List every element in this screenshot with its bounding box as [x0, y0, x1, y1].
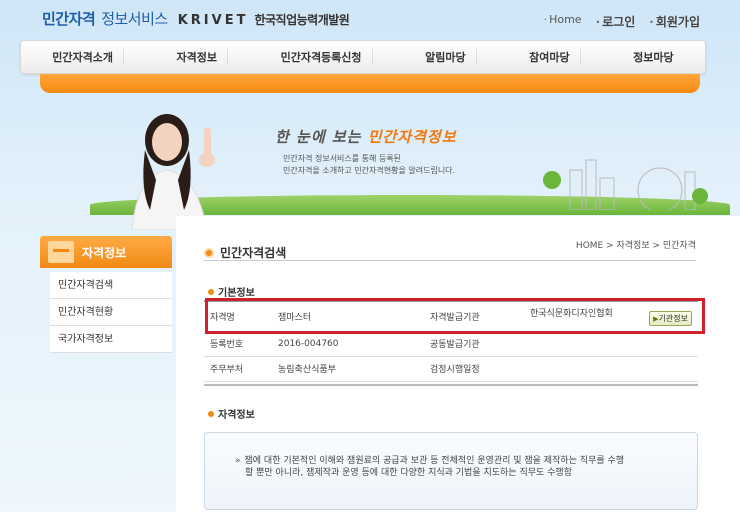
- page-title: 민간자격검색: [204, 244, 286, 261]
- site-header: 민간자격 정보서비스 KRIVET 한국직업능력개발원 · Home · 로그인 ·…: [0, 0, 740, 40]
- logo-sub-text: 정보서비스: [101, 10, 168, 28]
- banner-title-prefix: 한 눈에 보는: [275, 128, 362, 146]
- section-bullet-icon: [208, 410, 214, 417]
- basic-info-heading: 기본정보: [208, 284, 255, 299]
- home-link[interactable]: · Home: [544, 13, 582, 30]
- logo-main-text: 민간자격: [42, 10, 96, 28]
- section-bullet-icon: [208, 288, 214, 295]
- page-title-text: 민간자격검색: [220, 246, 287, 260]
- co-issuer-value: [524, 331, 698, 357]
- certificate-icon: [48, 241, 74, 263]
- site-logo[interactable]: 민간자격 정보서비스 KRIVET 한국직업능력개발원: [42, 8, 350, 29]
- login-link-label: 로그인: [602, 15, 636, 29]
- qual-description-text1: 잼에 대한 기본적인 이해와 잼원료의 공급과 보관 등 전체적인 운영관리 및…: [244, 456, 625, 466]
- title-divider: [204, 260, 696, 261]
- nav-item-info[interactable]: 정보마당: [623, 49, 683, 65]
- double-arrow-icon: »: [235, 456, 241, 466]
- top-links: · Home · 로그인 · 회원가입: [544, 13, 700, 30]
- ministry-label: 주무부처: [204, 356, 272, 382]
- banner-description: 민간자격 정보서비스를 통해 등록된 민간자격을 소개하고 민간자격현황을 알려…: [283, 153, 455, 177]
- qual-info-heading-text: 자격정보: [218, 410, 255, 421]
- banner-person-image: [131, 114, 215, 230]
- exam-schedule-value: [524, 356, 698, 382]
- banner-title: 한 눈에 보는 민간자격정보: [275, 126, 457, 147]
- breadcrumb: HOME > 자격정보 > 민간자격: [575, 241, 696, 251]
- qual-info-heading: 자격정보: [208, 406, 255, 421]
- qual-description-line1: » 잼에 대한 기본적인 이해와 잼원료의 공급과 보관 등 전체적인 운영관리 …: [235, 455, 671, 467]
- nav-item-registration[interactable]: 민간자격등록신청: [271, 49, 373, 65]
- sidebar-header: 자격정보: [40, 236, 172, 268]
- ministry-value: 농림축산식품부: [272, 356, 424, 382]
- nav-accent-bar: [40, 74, 700, 93]
- sidebar-item-national[interactable]: 국가자격정보: [50, 326, 172, 353]
- banner-desc-line1: 민간자격 정보서비스를 통해 등록된: [283, 154, 402, 163]
- table-row: 주무부처 농림축산식품부 검정시행일정: [204, 356, 698, 382]
- qual-description-line2: 할 뿐만 아니라, 잼제작과 운영 등에 대한 다양한 지식과 기법을 지도하는…: [245, 468, 572, 478]
- banner-title-highlight: 민간자격정보: [367, 128, 457, 146]
- reg-number-label: 등록번호: [204, 331, 272, 357]
- main-nav: 민간자격소개 자격정보 민간자격등록신청 알림마당 참여마당 정보마당: [20, 40, 706, 74]
- table-bottom-rule: [204, 384, 698, 386]
- nav-item-qual-info[interactable]: 자격정보: [167, 49, 229, 65]
- reg-number-value: 2016-004760: [272, 331, 424, 357]
- home-link-label: Home: [549, 13, 582, 26]
- sidebar-item-status[interactable]: 민간자격현황: [50, 299, 172, 326]
- login-link[interactable]: · 로그인: [596, 13, 636, 30]
- exam-schedule-label: 검정시행일정: [424, 356, 524, 382]
- banner-desc-line2: 민간자격을 소개하고 민간자격현황을 알려드립니다.: [283, 166, 456, 175]
- signup-link-label: 회원가입: [655, 15, 700, 29]
- nav-item-participate[interactable]: 참여마당: [519, 49, 581, 65]
- sidebar-menu: 민간자격검색 민간자격현황 국가자격정보: [50, 272, 172, 353]
- logo-krivet-text: KRIVET: [177, 13, 249, 28]
- logo-org-text: 한국직업능력개발원: [254, 13, 350, 27]
- nav-item-intro[interactable]: 민간자격소개: [42, 49, 124, 65]
- sidebar-item-search[interactable]: 민간자격검색: [50, 272, 172, 299]
- signup-link[interactable]: · 회원가입: [649, 13, 700, 30]
- main-content: 민간자격검색 HOME > 자격정보 > 민간자격 기본정보 자격명 잼마스터 …: [176, 216, 740, 512]
- nav-item-notice[interactable]: 알림마당: [415, 49, 477, 65]
- table-row: 등록번호 2016-004760 공동발급기관: [204, 331, 698, 357]
- banner-city-illustration: [543, 159, 708, 210]
- qual-description-box: » 잼에 대한 기본적인 이해와 잼원료의 공급과 보관 등 전체적인 운영관리 …: [204, 432, 698, 510]
- sidebar-title: 자격정보: [82, 245, 127, 260]
- title-bullet-icon: [204, 247, 214, 258]
- co-issuer-label: 공동발급기관: [424, 331, 524, 357]
- highlight-box: [205, 298, 705, 334]
- basic-info-heading-text: 기본정보: [218, 288, 255, 299]
